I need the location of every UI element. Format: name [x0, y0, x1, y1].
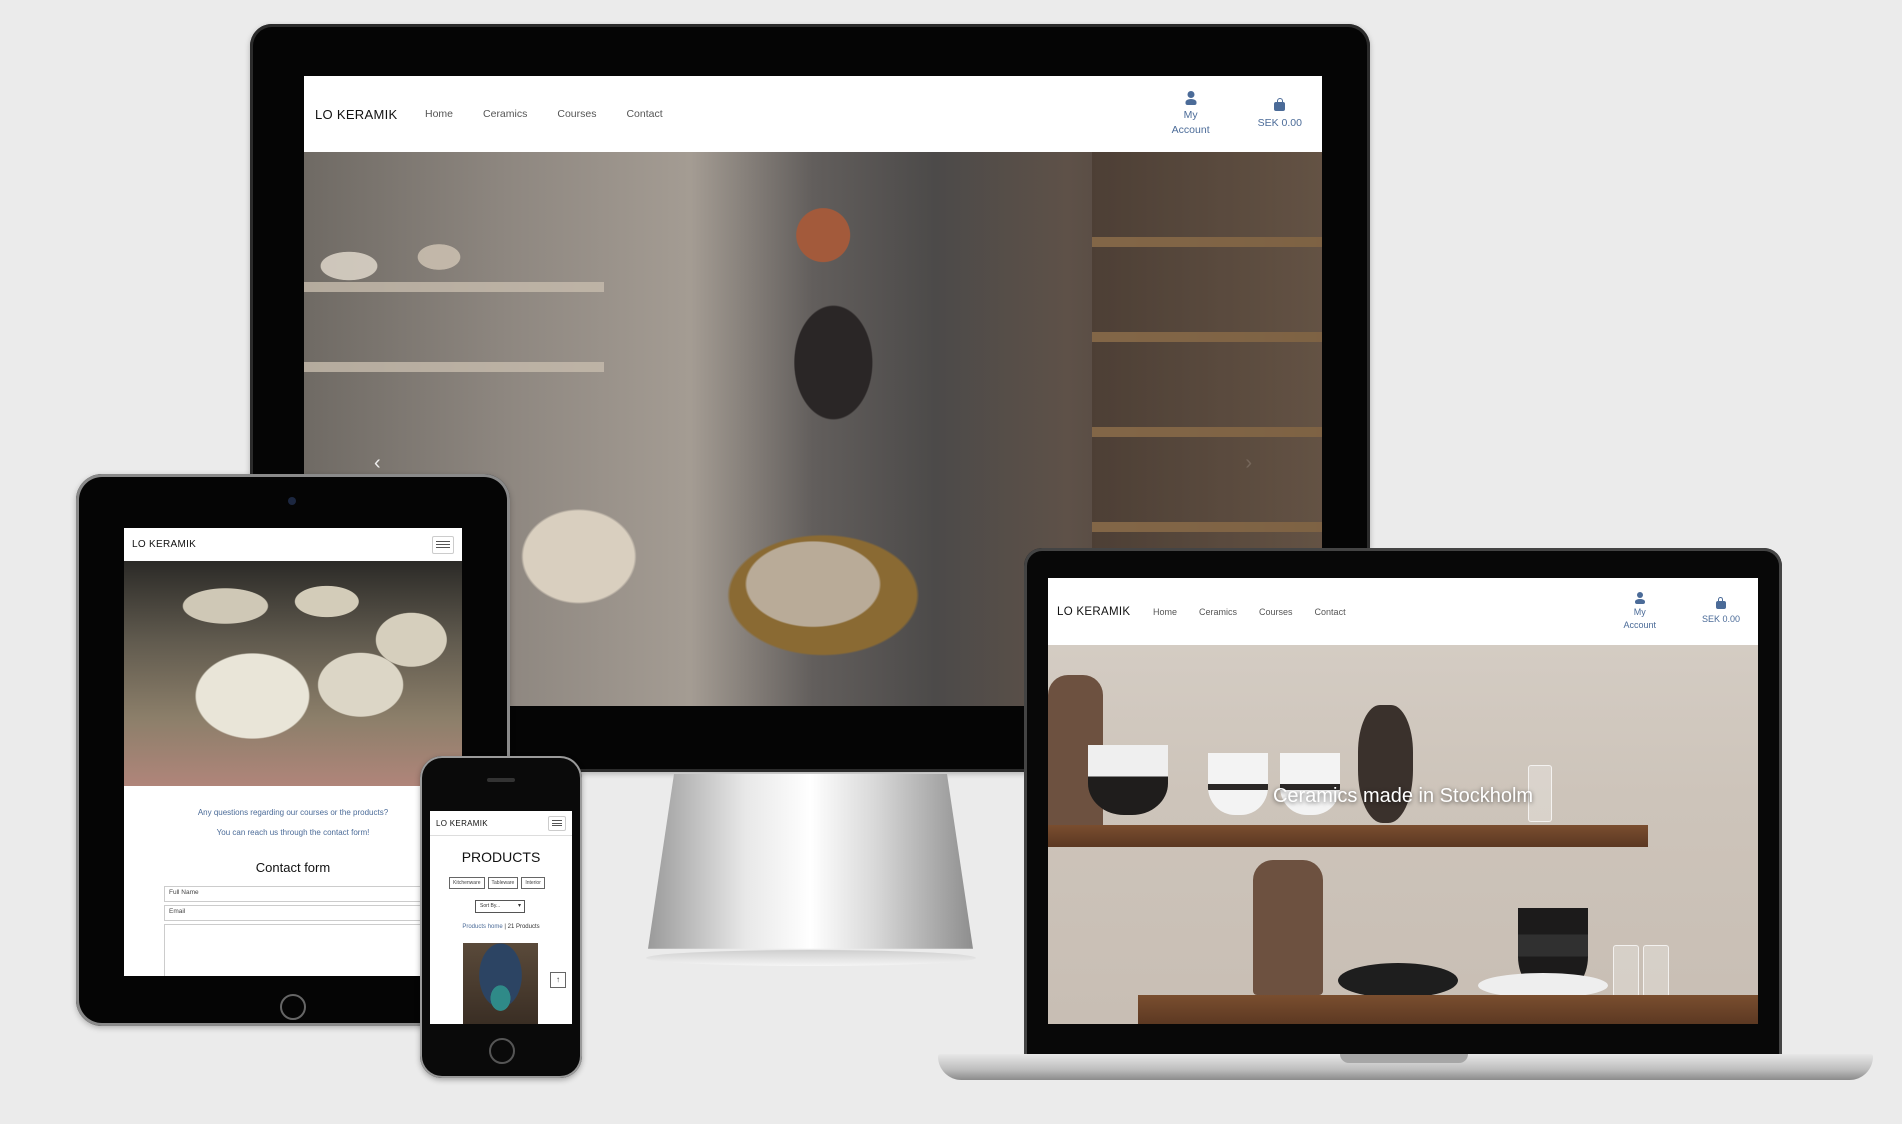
cart-total: SEK 0.00	[1257, 116, 1302, 129]
hamburger-icon[interactable]	[548, 815, 566, 831]
product-card-image[interactable]	[463, 943, 538, 1024]
cart-total: SEK 0.00	[1701, 614, 1740, 625]
desktop-monitor-stand	[648, 774, 973, 949]
category-kitchenware-button[interactable]: Kitchenware	[449, 877, 485, 889]
brand-logo[interactable]: LO KERAMIK	[436, 819, 488, 828]
wooden-shelf-top	[1048, 825, 1648, 847]
tablet-home-button	[280, 994, 306, 1020]
laptop-screen: LO KERAMIK Home Ceramics Courses Contact…	[1048, 578, 1758, 1024]
account-label-line1: My	[1183, 109, 1198, 122]
desktop-navbar: LO KERAMIK Home Ceramics Courses Contact…	[304, 76, 1322, 153]
nav-link-courses[interactable]: Courses	[1259, 607, 1293, 617]
glass-image	[1613, 945, 1639, 997]
full-name-field[interactable]: Full Name	[164, 886, 462, 902]
contact-hero-image-bowls	[124, 561, 462, 786]
laptop-nav-right: My Account SEK 0.00	[1623, 592, 1740, 630]
product-count: 21 Products	[507, 924, 540, 930]
phone-screen: LO KERAMIK PRODUCTS Kitchenware Tablewar…	[430, 811, 572, 1024]
hero-caption: Ceramics made in Stockholm	[1272, 785, 1534, 807]
user-icon	[1185, 91, 1197, 106]
account-label-line2: Account	[1171, 123, 1210, 136]
message-field[interactable]	[164, 924, 462, 976]
wooden-shelf-bottom	[1138, 995, 1758, 1024]
shopping-bag-icon	[1715, 597, 1726, 610]
nav-link-home[interactable]: Home	[1153, 607, 1177, 617]
products-home-link[interactable]: Products home	[462, 924, 502, 930]
laptop-notch	[1340, 1054, 1468, 1063]
account-label-line1: My	[1633, 607, 1646, 618]
laptop-navbar: LO KERAMIK Home Ceramics Courses Contact…	[1048, 578, 1758, 646]
phone-speaker	[487, 778, 515, 782]
laptop-nav-links: Home Ceramics Courses Contact	[1153, 607, 1368, 617]
phone-navbar: LO KERAMIK	[430, 811, 572, 836]
nav-link-contact[interactable]: Contact	[1315, 607, 1346, 617]
cart-link[interactable]: SEK 0.00	[1702, 597, 1740, 625]
chevron-left-icon[interactable]: ‹	[374, 452, 381, 475]
nav-link-contact[interactable]: Contact	[626, 108, 662, 120]
arrow-up-icon[interactable]: ↑	[550, 972, 566, 988]
my-account-link[interactable]: My Account	[1623, 592, 1656, 630]
tablet-navbar: LO KERAMIK	[124, 528, 462, 562]
cutting-board-image	[1253, 860, 1323, 995]
category-interior-button[interactable]: Interior	[521, 877, 545, 889]
brand-logo[interactable]: LO KERAMIK	[1057, 606, 1153, 618]
account-label-line2: Account	[1623, 619, 1656, 630]
category-tableware-button[interactable]: Tableware	[487, 877, 519, 889]
products-page-title: PRODUCTS	[461, 849, 541, 865]
email-field[interactable]: Email	[164, 905, 462, 921]
desktop-nav-right: My Account SEK 0.00	[1172, 91, 1302, 136]
shopping-bag-icon	[1274, 97, 1286, 111]
plate-stack-image	[1338, 963, 1458, 998]
my-account-link[interactable]: My Account	[1172, 91, 1210, 136]
nav-link-ceramics[interactable]: Ceramics	[1199, 607, 1237, 617]
cart-link[interactable]: SEK 0.00	[1257, 97, 1302, 130]
nav-link-ceramics[interactable]: Ceramics	[483, 108, 527, 120]
tablet-screen: LO KERAMIK Any questions regarding our c…	[124, 528, 462, 976]
brand-logo[interactable]: LO KERAMIK	[132, 539, 196, 550]
category-filter-group: Kitchenware Tableware Interior	[449, 877, 545, 889]
brand-logo[interactable]: LO KERAMIK	[315, 107, 425, 122]
desktop-nav-links: Home Ceramics Courses Contact	[425, 108, 693, 120]
phone-home-button	[489, 1038, 515, 1064]
hero-image-kitchen-shelves: Ceramics made in Stockholm	[1048, 645, 1758, 1024]
chevron-right-icon[interactable]: ›	[1245, 452, 1252, 475]
product-count-row: Products home | 21 Products	[430, 924, 572, 930]
sort-select[interactable]: Sort By...	[475, 900, 525, 913]
hamburger-icon[interactable]	[432, 535, 454, 554]
contact-hint-text: You can reach us through the contact for…	[216, 828, 370, 837]
nav-link-home[interactable]: Home	[425, 108, 453, 120]
desktop-monitor-foot	[646, 950, 976, 966]
glass-image	[1643, 945, 1669, 997]
contact-form-title: Contact form	[255, 860, 331, 875]
user-icon	[1634, 592, 1645, 605]
tablet-camera	[288, 497, 296, 505]
contact-question-text: Any questions regarding our courses or t…	[197, 808, 389, 817]
nav-link-courses[interactable]: Courses	[557, 108, 596, 120]
